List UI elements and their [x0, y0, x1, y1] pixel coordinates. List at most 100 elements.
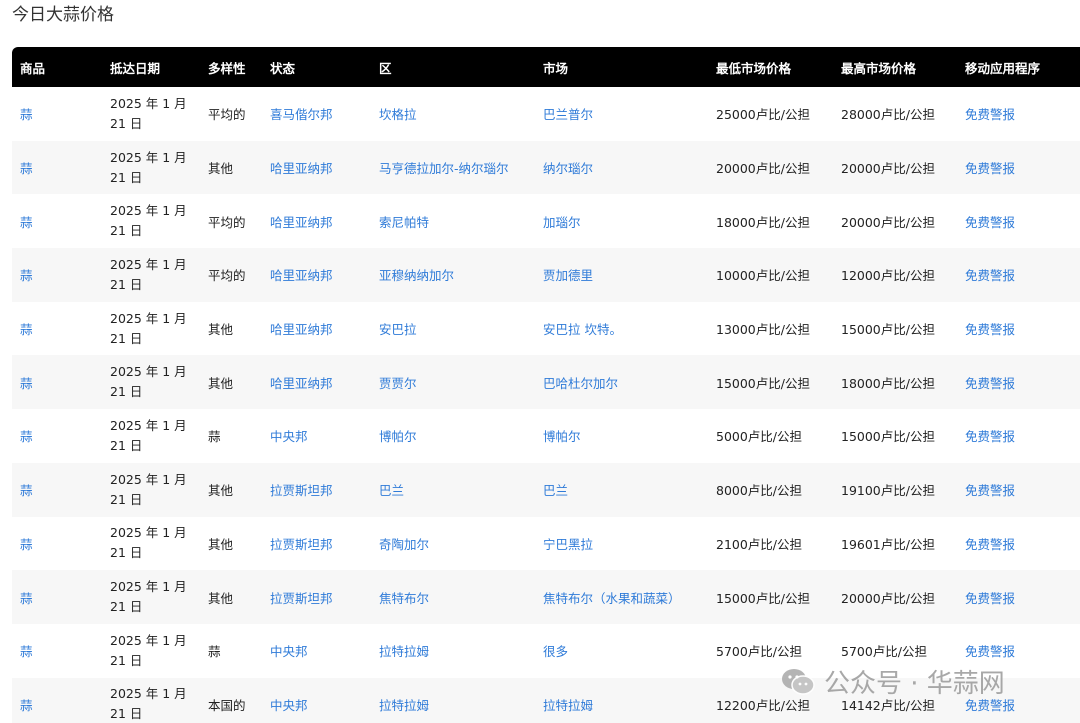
cell-max-price-text: 28000卢比/公担 [841, 107, 935, 123]
cell-commodity-link[interactable]: 蒜 [20, 161, 33, 176]
cell-arrival-date: 2025 年 1 月 21 日 [102, 462, 200, 517]
cell-free-alert-link-link[interactable]: 免费警报 [965, 107, 1015, 122]
cell-market-link[interactable]: 焦特布尔（水果和蔬菜） [543, 591, 681, 606]
cell-state-link[interactable]: 哈里亚纳邦 [270, 161, 333, 176]
cell-free-alert-link-link[interactable]: 免费警报 [965, 215, 1015, 230]
cell-district-link[interactable]: 马亨德拉加尔-纳尔瑙尔 [379, 161, 509, 176]
cell-commodity-link[interactable]: 蒜 [20, 591, 33, 606]
cell-district-link[interactable]: 奇陶加尔 [379, 537, 429, 552]
cell-commodity-link[interactable]: 蒜 [20, 215, 33, 230]
cell-min-price: 5000卢比/公担 [708, 409, 833, 463]
cell-free-alert-link-link[interactable]: 免费警报 [965, 537, 1015, 552]
cell-state: 中央邦 [262, 624, 371, 678]
cell-max-price-text: 5700卢比/公担 [841, 644, 928, 660]
cell-market-link[interactable]: 宁巴黑拉 [543, 537, 593, 552]
cell-free-alert-link-link[interactable]: 免费警报 [965, 644, 1015, 659]
cell-market-link[interactable]: 纳尔瑙尔 [543, 161, 593, 176]
cell-state: 哈里亚纳邦 [262, 248, 371, 302]
cell-min-price-text: 20000卢比/公担 [716, 161, 810, 177]
cell-min-price: 10000卢比/公担 [708, 248, 833, 302]
cell-district: 安巴拉 [371, 302, 535, 356]
cell-free-alert-link-link[interactable]: 免费警报 [965, 591, 1015, 606]
wechat-icon [782, 668, 815, 695]
cell-state-link[interactable]: 中央邦 [270, 698, 308, 713]
cell-variety-text: 其他 [208, 590, 234, 606]
cell-district-link[interactable]: 拉特拉姆 [379, 644, 429, 659]
cell-commodity-link[interactable]: 蒜 [20, 322, 33, 337]
cell-max-price: 18000卢比/公担 [833, 355, 957, 410]
cell-arrival-date: 2025 年 1 月 21 日 [102, 355, 200, 410]
cell-free-alert-link-link[interactable]: 免费警报 [965, 322, 1015, 337]
cell-max-price-text: 15000卢比/公担 [841, 429, 935, 445]
cell-district-link[interactable]: 拉特拉姆 [379, 698, 429, 713]
page: 今日大蒜价格 商品 抵达日期 多样性 状态 区 市场 最低市场价格 最高市场价格 [0, 0, 1080, 723]
cell-arrival-date-text: 2025 年 1 月 21 日 [110, 417, 187, 453]
cell-market-link[interactable]: 巴兰 [543, 483, 568, 498]
cell-max-price: 12000卢比/公担 [833, 248, 957, 302]
cell-market-link[interactable]: 巴兰普尔 [543, 107, 593, 122]
cell-commodity-link[interactable]: 蒜 [20, 268, 33, 283]
cell-commodity-link[interactable]: 蒜 [20, 537, 33, 552]
cell-free-alert-link-link[interactable]: 免费警报 [965, 429, 1015, 444]
cell-district-link[interactable]: 贾贾尔 [379, 376, 417, 391]
cell-min-price-text: 25000卢比/公担 [716, 107, 810, 123]
cell-commodity-link[interactable]: 蒜 [20, 698, 33, 713]
cell-state-link[interactable]: 拉贾斯坦邦 [270, 483, 333, 498]
cell-market-link[interactable]: 贾加德里 [543, 268, 593, 283]
watermark-text: 公众号 · 华蒜网 [824, 669, 1005, 699]
cell-state-link[interactable]: 拉贾斯坦邦 [270, 537, 333, 552]
cell-commodity-link[interactable]: 蒜 [20, 644, 33, 659]
cell-market-link[interactable]: 拉特拉姆 [543, 698, 593, 713]
cell-state-link[interactable]: 中央邦 [270, 429, 308, 444]
cell-variety-text: 其他 [208, 536, 234, 552]
cell-commodity-link[interactable]: 蒜 [20, 483, 33, 498]
cell-free-alert-link: 免费警报 [957, 87, 1080, 141]
cell-free-alert-link-link[interactable]: 免费警报 [965, 376, 1015, 391]
cell-district-link[interactable]: 巴兰 [379, 483, 404, 498]
table-row: 蒜 2025 年 1 月 21 日 其他 哈里亚纳邦 马亨德拉加尔-纳尔瑙尔 纳尔瑙尔 20… [12, 140, 1080, 195]
cell-commodity: 蒜 [12, 409, 102, 463]
cell-state-link[interactable]: 哈里亚纳邦 [270, 376, 333, 391]
cell-state-link[interactable]: 哈里亚纳邦 [270, 215, 333, 230]
cell-arrival-date: 2025 年 1 月 21 日 [102, 409, 200, 463]
cell-commodity: 蒜 [12, 355, 102, 410]
cell-district: 奇陶加尔 [371, 517, 535, 571]
cell-district-link[interactable]: 坎格拉 [379, 107, 417, 122]
cell-free-alert-link-link[interactable]: 免费警报 [965, 483, 1015, 498]
cell-commodity-link[interactable]: 蒜 [20, 429, 33, 444]
cell-arrival-date: 2025 年 1 月 21 日 [102, 194, 200, 248]
cell-market-link[interactable]: 安巴拉 坎特。 [543, 322, 622, 337]
cell-district-link[interactable]: 安巴拉 [379, 322, 417, 337]
cell-district-link[interactable]: 博帕尔 [379, 429, 417, 444]
cell-free-alert-link-link[interactable]: 免费警报 [965, 268, 1015, 283]
cell-variety: 其他 [200, 570, 262, 624]
table-row: 蒜 2025 年 1 月 21 日 其他 拉贾斯坦邦 巴兰 巴兰 8000卢比/公担 1910… [12, 462, 1080, 517]
cell-variety: 平均的 [200, 248, 262, 302]
cell-state-link[interactable]: 喜马偕尔邦 [270, 107, 333, 122]
cell-min-price: 25000卢比/公担 [708, 87, 833, 141]
cell-market-link[interactable]: 加瑙尔 [543, 215, 581, 230]
cell-state-link[interactable]: 哈里亚纳邦 [270, 322, 333, 337]
table-row: 蒜 2025 年 1 月 21 日 其他 拉贾斯坦邦 焦特布尔 焦特布尔（水果和蔬菜） 15… [12, 570, 1080, 624]
cell-state-link[interactable]: 拉贾斯坦邦 [270, 591, 333, 606]
cell-district-link[interactable]: 亚穆纳纳加尔 [379, 268, 454, 283]
cell-commodity-link[interactable]: 蒜 [20, 107, 33, 122]
cell-market-link[interactable]: 很多 [543, 644, 568, 659]
cell-arrival-date-text: 2025 年 1 月 21 日 [110, 95, 187, 131]
cell-free-alert-link-link[interactable]: 免费警报 [965, 698, 1015, 713]
cell-commodity-link[interactable]: 蒜 [20, 376, 33, 391]
cell-variety: 其他 [200, 462, 262, 517]
watermark: 公众号 · 华蒜网 [780, 663, 1005, 700]
cell-arrival-date: 2025 年 1 月 21 日 [102, 517, 200, 571]
header-min-price: 最低市场价格 [708, 47, 833, 87]
cell-market-link[interactable]: 巴哈杜尔加尔 [543, 376, 618, 391]
cell-district-link[interactable]: 索尼帕特 [379, 215, 429, 230]
table-body: 蒜 2025 年 1 月 21 日平均的 喜马偕尔邦 坎格拉 巴兰普尔 25000卢比/公… [12, 87, 1080, 723]
cell-free-alert-link-link[interactable]: 免费警报 [965, 161, 1015, 176]
cell-market-link[interactable]: 博帕尔 [543, 429, 581, 444]
cell-market: 安巴拉 坎特。 [535, 302, 708, 356]
cell-state-link[interactable]: 哈里亚纳邦 [270, 268, 333, 283]
cell-state-link[interactable]: 中央邦 [270, 644, 308, 659]
cell-state: 哈里亚纳邦 [262, 140, 371, 195]
cell-district-link[interactable]: 焦特布尔 [379, 591, 429, 606]
